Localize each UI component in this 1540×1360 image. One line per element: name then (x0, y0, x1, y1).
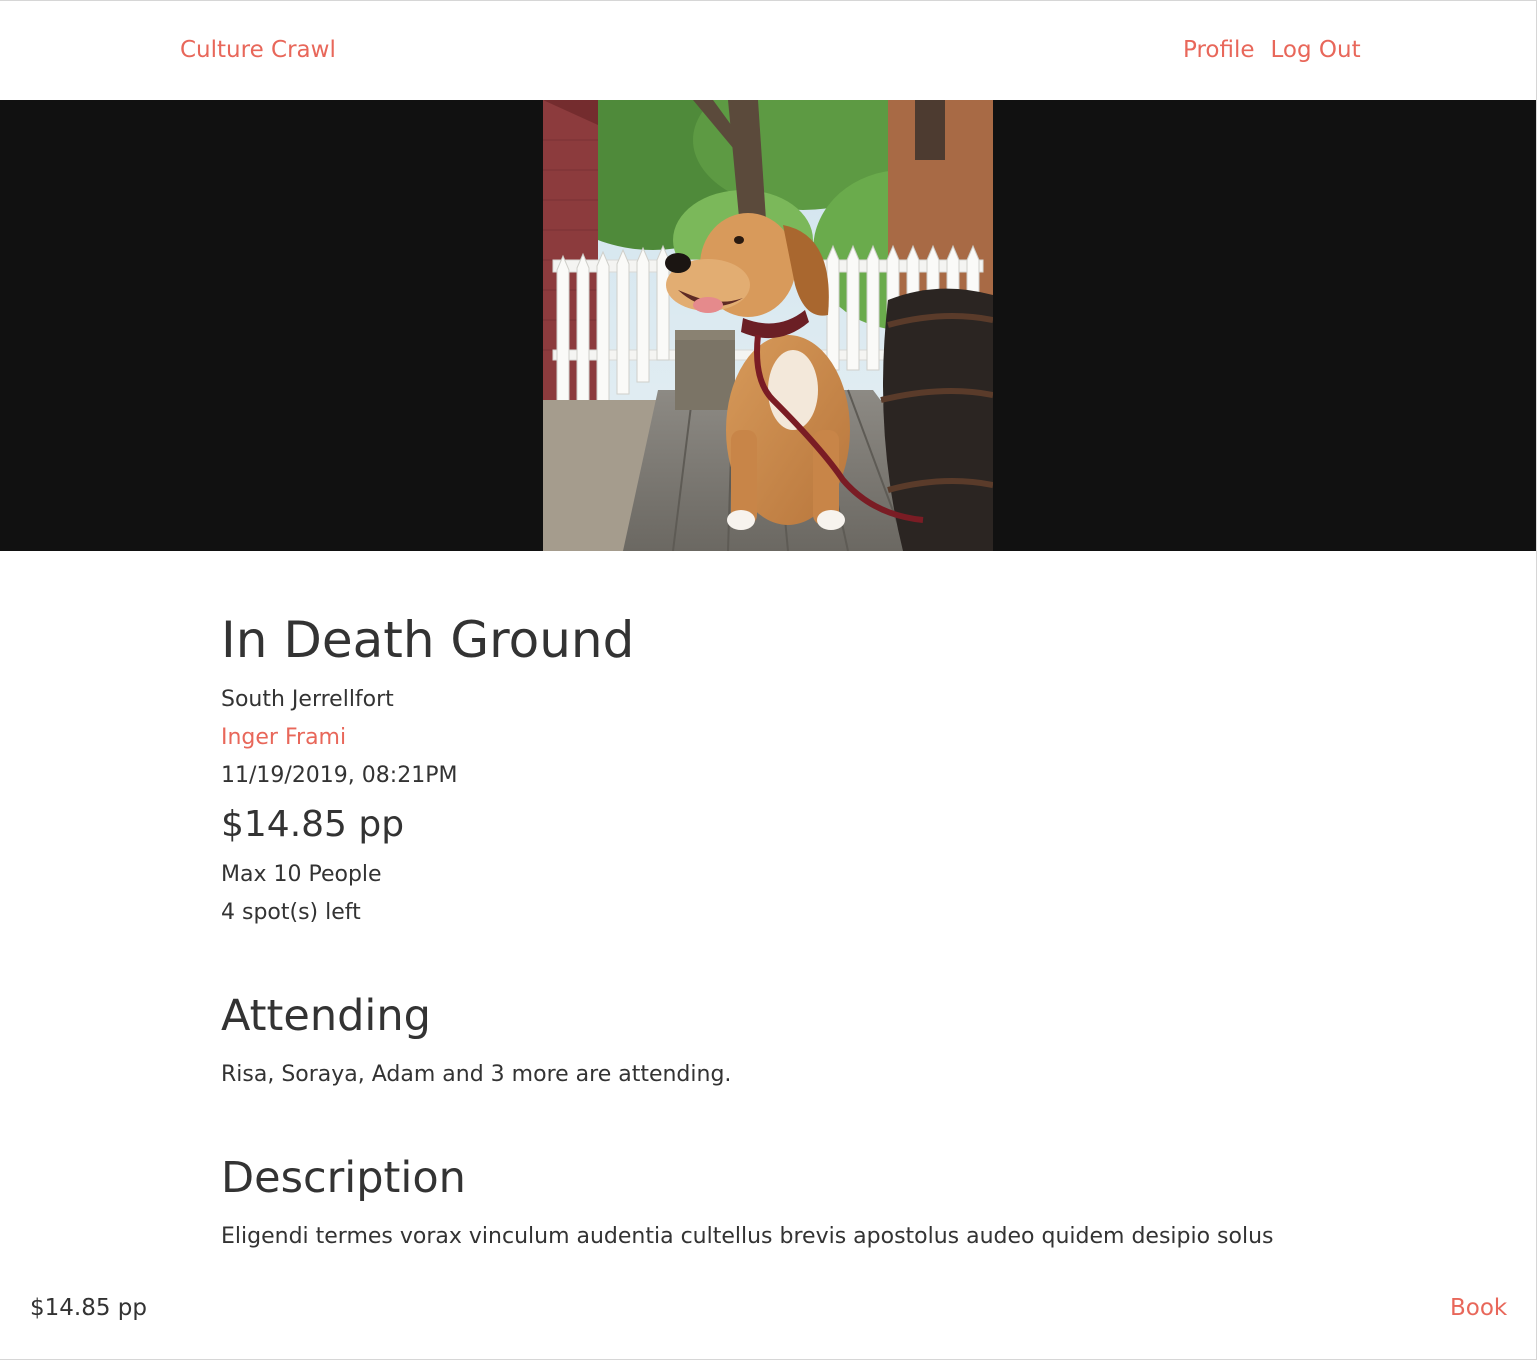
page-frame: Culture Crawl Profile Log Out In Death G… (0, 0, 1537, 1360)
description-heading: Description (221, 1153, 466, 1203)
description-text: Eligendi termes vorax vinculum audentia … (221, 1224, 1274, 1249)
top-nav: Culture Crawl Profile Log Out (0, 1, 1536, 100)
profile-link[interactable]: Profile (1183, 37, 1255, 63)
footer-price: $14.85 pp (30, 1295, 147, 1321)
event-datetime: 11/19/2019, 08:21PM (221, 763, 458, 788)
logout-link[interactable]: Log Out (1271, 37, 1361, 63)
event-price: $14.85 pp (221, 804, 405, 845)
spots-left: 4 spot(s) left (221, 900, 361, 925)
attending-heading: Attending (221, 991, 431, 1041)
event-location: South Jerrellfort (221, 687, 394, 712)
nav-links: Profile Log Out (1183, 37, 1361, 63)
event-photo (543, 100, 993, 551)
book-button[interactable]: Book (1450, 1295, 1507, 1321)
dog-photo-icon (543, 100, 993, 551)
brand-link[interactable]: Culture Crawl (180, 37, 336, 63)
attending-text: Risa, Soraya, Adam and 3 more are attend… (221, 1062, 732, 1087)
host-link[interactable]: Inger Frami (221, 725, 346, 750)
event-title: In Death Ground (221, 611, 635, 669)
hero-banner (0, 100, 1536, 551)
event-capacity: Max 10 People (221, 862, 382, 887)
